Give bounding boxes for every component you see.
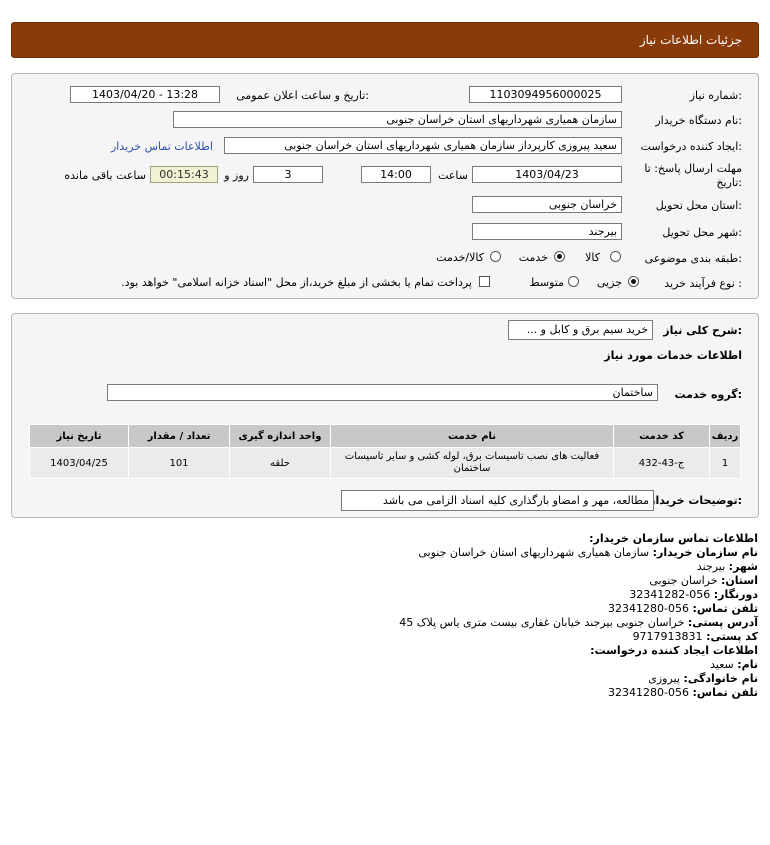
contact-province: استان: خراسان جنوبی: [649, 574, 758, 587]
quantity-cell: 101: [128, 447, 230, 479]
province-label: استان محل تحویل:: [655, 199, 742, 212]
remaining-label: ساعت باقی مانده: [64, 169, 146, 182]
contact-phone: تلفن تماس: 056-32341280: [608, 602, 758, 615]
service-name-cell: فعالیت های نصب تاسیسات برق، لوله کشی و س…: [330, 447, 614, 479]
deadline-label: مهلت ارسال پاسخ: تا تاریخ:: [644, 162, 742, 190]
process-radio-minor[interactable]: [628, 276, 639, 287]
deadline-label-line2: تاریخ:: [716, 176, 742, 189]
contact-section-title: اطلاعات تماس سازمان خریدار:: [589, 532, 758, 545]
contact-fax: دورنگار: 056-32341282: [629, 588, 758, 601]
col-quantity: تعداد / مقدار: [128, 424, 230, 448]
buyer-org-field: سازمان همیاری شهرداریهای استان خراسان جن…: [173, 111, 622, 128]
need-details-panel: [11, 313, 759, 518]
page-header: جزئیات اطلاعات نیاز: [11, 22, 759, 58]
buyer-notes-label: توضیحات خریدار:: [649, 494, 742, 507]
need-summary-label: شرح کلی نیاز:: [663, 324, 742, 337]
days-field: 3: [253, 166, 323, 183]
need-number-field: 1103094956000025: [469, 86, 622, 103]
deadline-label-line1: مهلت ارسال پاسخ: تا: [644, 162, 742, 175]
category-radio-goods-service[interactable]: [490, 251, 501, 262]
creator-field: سعید پیروزی کارپرداز سازمان همیاری شهردا…: [224, 137, 622, 154]
category-option-goods: کالا: [585, 251, 600, 264]
page-title: جزئیات اطلاعات نیاز: [639, 33, 742, 47]
need-number-label: شماره نیاز:: [689, 89, 742, 102]
process-radio-medium[interactable]: [568, 276, 579, 287]
process-option-medium: متوسط: [529, 276, 564, 289]
category-option-goods-service: کالا/خدمت: [436, 251, 484, 264]
creator-label: ایجاد کننده درخواست:: [640, 140, 742, 153]
service-group-label: گروه خدمت:: [674, 388, 742, 401]
contact-org: نام سازمان خریدار: سازمان همیاری شهرداری…: [418, 546, 758, 559]
buyer-notes-field: مطالعه، مهر و امضاو بارگذاری کلیه اسناد …: [341, 490, 654, 511]
contact-address: آدرس پستی: خراسان جنوبی بیرجند خیابان غف…: [399, 616, 758, 629]
treasury-payment-checkbox[interactable]: [479, 276, 490, 287]
row-number-cell: 1: [709, 447, 741, 479]
col-unit: واحد اندازه گیری: [229, 424, 331, 448]
creator-section-title: اطلاعات ایجاد کننده درخواست:: [590, 644, 758, 657]
buyer-org-label: نام دستگاه خریدار:: [655, 114, 742, 127]
announce-date-field: 1403/04/20 - 13:28: [70, 86, 220, 103]
services-table: ردیف کد خدمت نام خدمت واحد اندازه گیری ت…: [29, 424, 741, 479]
process-label: نوع فرآیند خرید :: [664, 277, 742, 290]
deadline-date-field: 1403/04/23: [472, 166, 622, 183]
creator-family: نام خانوادگی: پیروزی: [648, 672, 758, 685]
remaining-timer: 00:15:43: [150, 166, 218, 183]
need-summary-field: خرید سیم برق و کابل و ...: [508, 320, 653, 340]
treasury-payment-note: پرداخت تمام یا بخشی از مبلغ خرید،از محل …: [121, 276, 472, 289]
deadline-time-field: 14:00: [361, 166, 431, 183]
contact-postal-code: کد پستی: 9717913831: [632, 630, 758, 643]
buyer-contact-link[interactable]: اطلاعات تماس خریدار: [111, 140, 213, 153]
service-code-cell: ج-43-432: [613, 447, 710, 479]
creator-phone: تلفن تماس: 056-32341280: [608, 686, 758, 699]
col-service-code: کد خدمت: [613, 424, 710, 448]
process-option-minor: جزیی: [596, 276, 622, 289]
deadline-time-label: ساعت: [438, 169, 468, 182]
col-need-date: تاریخ نیاز: [29, 424, 129, 448]
unit-cell: حلقه: [229, 447, 331, 479]
city-field: بیرجند: [472, 223, 622, 240]
days-label: روز و: [224, 169, 249, 182]
creator-name: نام: سعید: [710, 658, 758, 671]
table-row: 1 ج-43-432 فعالیت های نصب تاسیسات برق، ل…: [29, 447, 741, 479]
services-section-title: اطلاعات خدمات مورد نیاز: [604, 349, 742, 362]
category-option-service: خدمت: [518, 251, 548, 264]
city-label: شهر محل تحویل:: [662, 226, 742, 239]
category-radio-service[interactable]: [554, 251, 565, 262]
contact-city: شهر: بیرجند: [696, 560, 758, 573]
col-row-number: ردیف: [709, 424, 741, 448]
category-label: طبقه بندی موضوعی:: [644, 252, 742, 265]
need-date-cell: 1403/04/25: [29, 447, 129, 479]
col-service-name: نام خدمت: [330, 424, 614, 448]
announce-date-label: تاریخ و ساعت اعلان عمومی:: [236, 89, 369, 102]
province-field: خراسان جنوبی: [472, 196, 622, 213]
services-table-header: ردیف کد خدمت نام خدمت واحد اندازه گیری ت…: [29, 424, 741, 448]
category-radio-goods[interactable]: [610, 251, 621, 262]
service-group-field: ساختمان: [107, 384, 658, 401]
